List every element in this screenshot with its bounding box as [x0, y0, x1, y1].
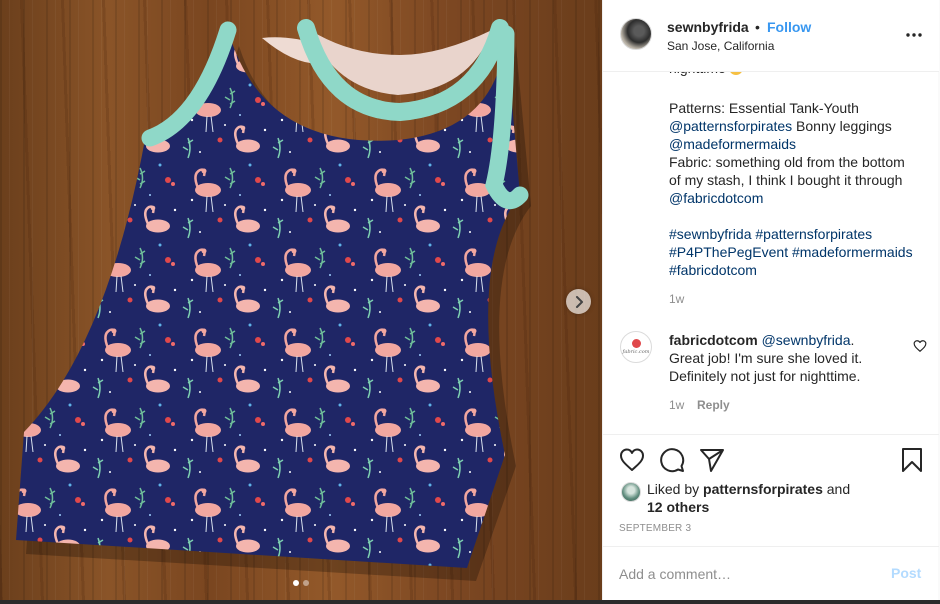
- page-bottom-edge: [0, 600, 940, 604]
- mention-link[interactable]: @fabricdotcom: [669, 190, 763, 206]
- tank-top-image: [16, 19, 531, 581]
- carousel-indicator: [293, 580, 309, 586]
- like-comment-heart-icon[interactable]: [913, 339, 927, 353]
- comment-line: Definitely not just for nighttime.: [669, 368, 861, 384]
- comment-line: fabricdotcom @sewnbyfrida.: [669, 331, 909, 349]
- caption-cut-line: nighttime: [669, 72, 743, 76]
- caption-line: @fabricdotcom: [669, 189, 925, 207]
- smile-emoji-icon: [728, 72, 743, 75]
- next-photo-button[interactable]: [566, 289, 591, 314]
- post-actions: Liked by patternsforpirates and 12 other…: [603, 434, 939, 546]
- caption-text: Bonny leggings: [792, 118, 892, 134]
- avatar[interactable]: [620, 18, 652, 50]
- caption-text: Patterns: Essential Tank-Youth: [669, 100, 859, 116]
- mention-link[interactable]: @sewnbyfrida: [762, 332, 851, 348]
- mention-link[interactable]: @madeformermaids: [669, 136, 796, 152]
- post-header: sewnbyfrida • Follow San Jose, Californi…: [603, 0, 939, 72]
- follow-button[interactable]: Follow: [767, 19, 811, 35]
- post-location[interactable]: San Jose, California: [667, 39, 774, 53]
- caption-line: Fabric: something old from the bottom: [669, 153, 925, 171]
- post-comment-button[interactable]: Post: [891, 565, 921, 581]
- header-separator: •: [755, 19, 760, 35]
- liked-by-avatar[interactable]: [621, 482, 641, 502]
- add-comment-bar: Post: [603, 546, 939, 600]
- carousel-dot-active: [293, 580, 299, 586]
- more-options-icon[interactable]: [905, 26, 923, 44]
- comment-bubble-icon[interactable]: [659, 447, 685, 473]
- hashtag-link[interactable]: #fabricdotcom: [669, 262, 757, 278]
- hashtag-line: #fabricdotcom: [669, 261, 925, 279]
- comment-timestamp[interactable]: 1w: [669, 398, 684, 412]
- likes-count-link[interactable]: 12 others: [647, 499, 709, 515]
- caption-line: @patternsforpirates Bonny leggings: [669, 117, 925, 135]
- hashtag-link[interactable]: #madeformermaids: [792, 244, 913, 260]
- caption-timestamp[interactable]: 1w: [669, 292, 684, 306]
- carousel-dot: [303, 580, 309, 586]
- caption-cut-text: nighttime: [669, 72, 726, 76]
- post-date[interactable]: SEPTEMBER 3: [619, 523, 691, 534]
- hashtag-link[interactable]: #sewnbyfrida: [669, 226, 752, 242]
- comment-punctuation: .: [850, 332, 855, 348]
- caption-text: Fabric: something old from the bottom: [669, 154, 905, 170]
- add-comment-input[interactable]: [619, 563, 869, 585]
- likes-line: Liked by patternsforpirates and: [647, 480, 907, 498]
- caption-gap: [669, 207, 925, 225]
- likes-line: 12 others: [647, 498, 907, 516]
- avatar-logo-text: fabric.com: [622, 349, 650, 355]
- comment-line: Great job! I'm sure she loved it.: [669, 350, 863, 366]
- comments-list[interactable]: nighttime Patterns: Essential Tank-Youth…: [603, 72, 939, 434]
- post-detail-panel: sewnbyfrida • Follow San Jose, Californi…: [602, 0, 939, 600]
- likes-summary: Liked by patternsforpirates and 12 other…: [647, 480, 907, 516]
- hashtag-line: #P4PThePegEvent #madeformermaids: [669, 243, 925, 261]
- post-caption: Patterns: Essential Tank-Youth @patterns…: [669, 99, 925, 279]
- chevron-right-icon: [575, 295, 583, 308]
- post-photo[interactable]: [0, 0, 602, 604]
- caption-line: Patterns: Essential Tank-Youth: [669, 99, 925, 117]
- caption-line: of my stash, I think I bought it through: [669, 171, 925, 189]
- likes-prefix: Liked by: [647, 481, 704, 497]
- comment-username[interactable]: fabricdotcom: [669, 332, 758, 348]
- hashtag-link[interactable]: #patternsforpirates: [755, 226, 872, 242]
- comment-body: fabricdotcom @sewnbyfrida. Great job! I'…: [669, 331, 909, 385]
- mention-link[interactable]: @patternsforpirates: [669, 118, 792, 134]
- likes-conj: and: [822, 481, 851, 497]
- liked-by-user-link[interactable]: patternsforpirates: [703, 481, 823, 497]
- bookmark-icon[interactable]: [899, 447, 925, 473]
- hashtag-line: #sewnbyfrida #patternsforpirates: [669, 225, 925, 243]
- caption-line: @madeformermaids: [669, 135, 925, 153]
- reply-button[interactable]: Reply: [697, 398, 730, 412]
- share-paper-plane-icon[interactable]: [699, 447, 725, 473]
- caption-text: of my stash, I think I bought it through: [669, 172, 903, 188]
- post-username[interactable]: sewnbyfrida: [667, 19, 749, 35]
- comment-avatar[interactable]: fabric.com: [620, 331, 652, 363]
- hashtag-link[interactable]: #P4PThePegEvent: [669, 244, 788, 260]
- heart-icon[interactable]: [619, 447, 645, 473]
- fabric-logo-icon: [631, 339, 641, 348]
